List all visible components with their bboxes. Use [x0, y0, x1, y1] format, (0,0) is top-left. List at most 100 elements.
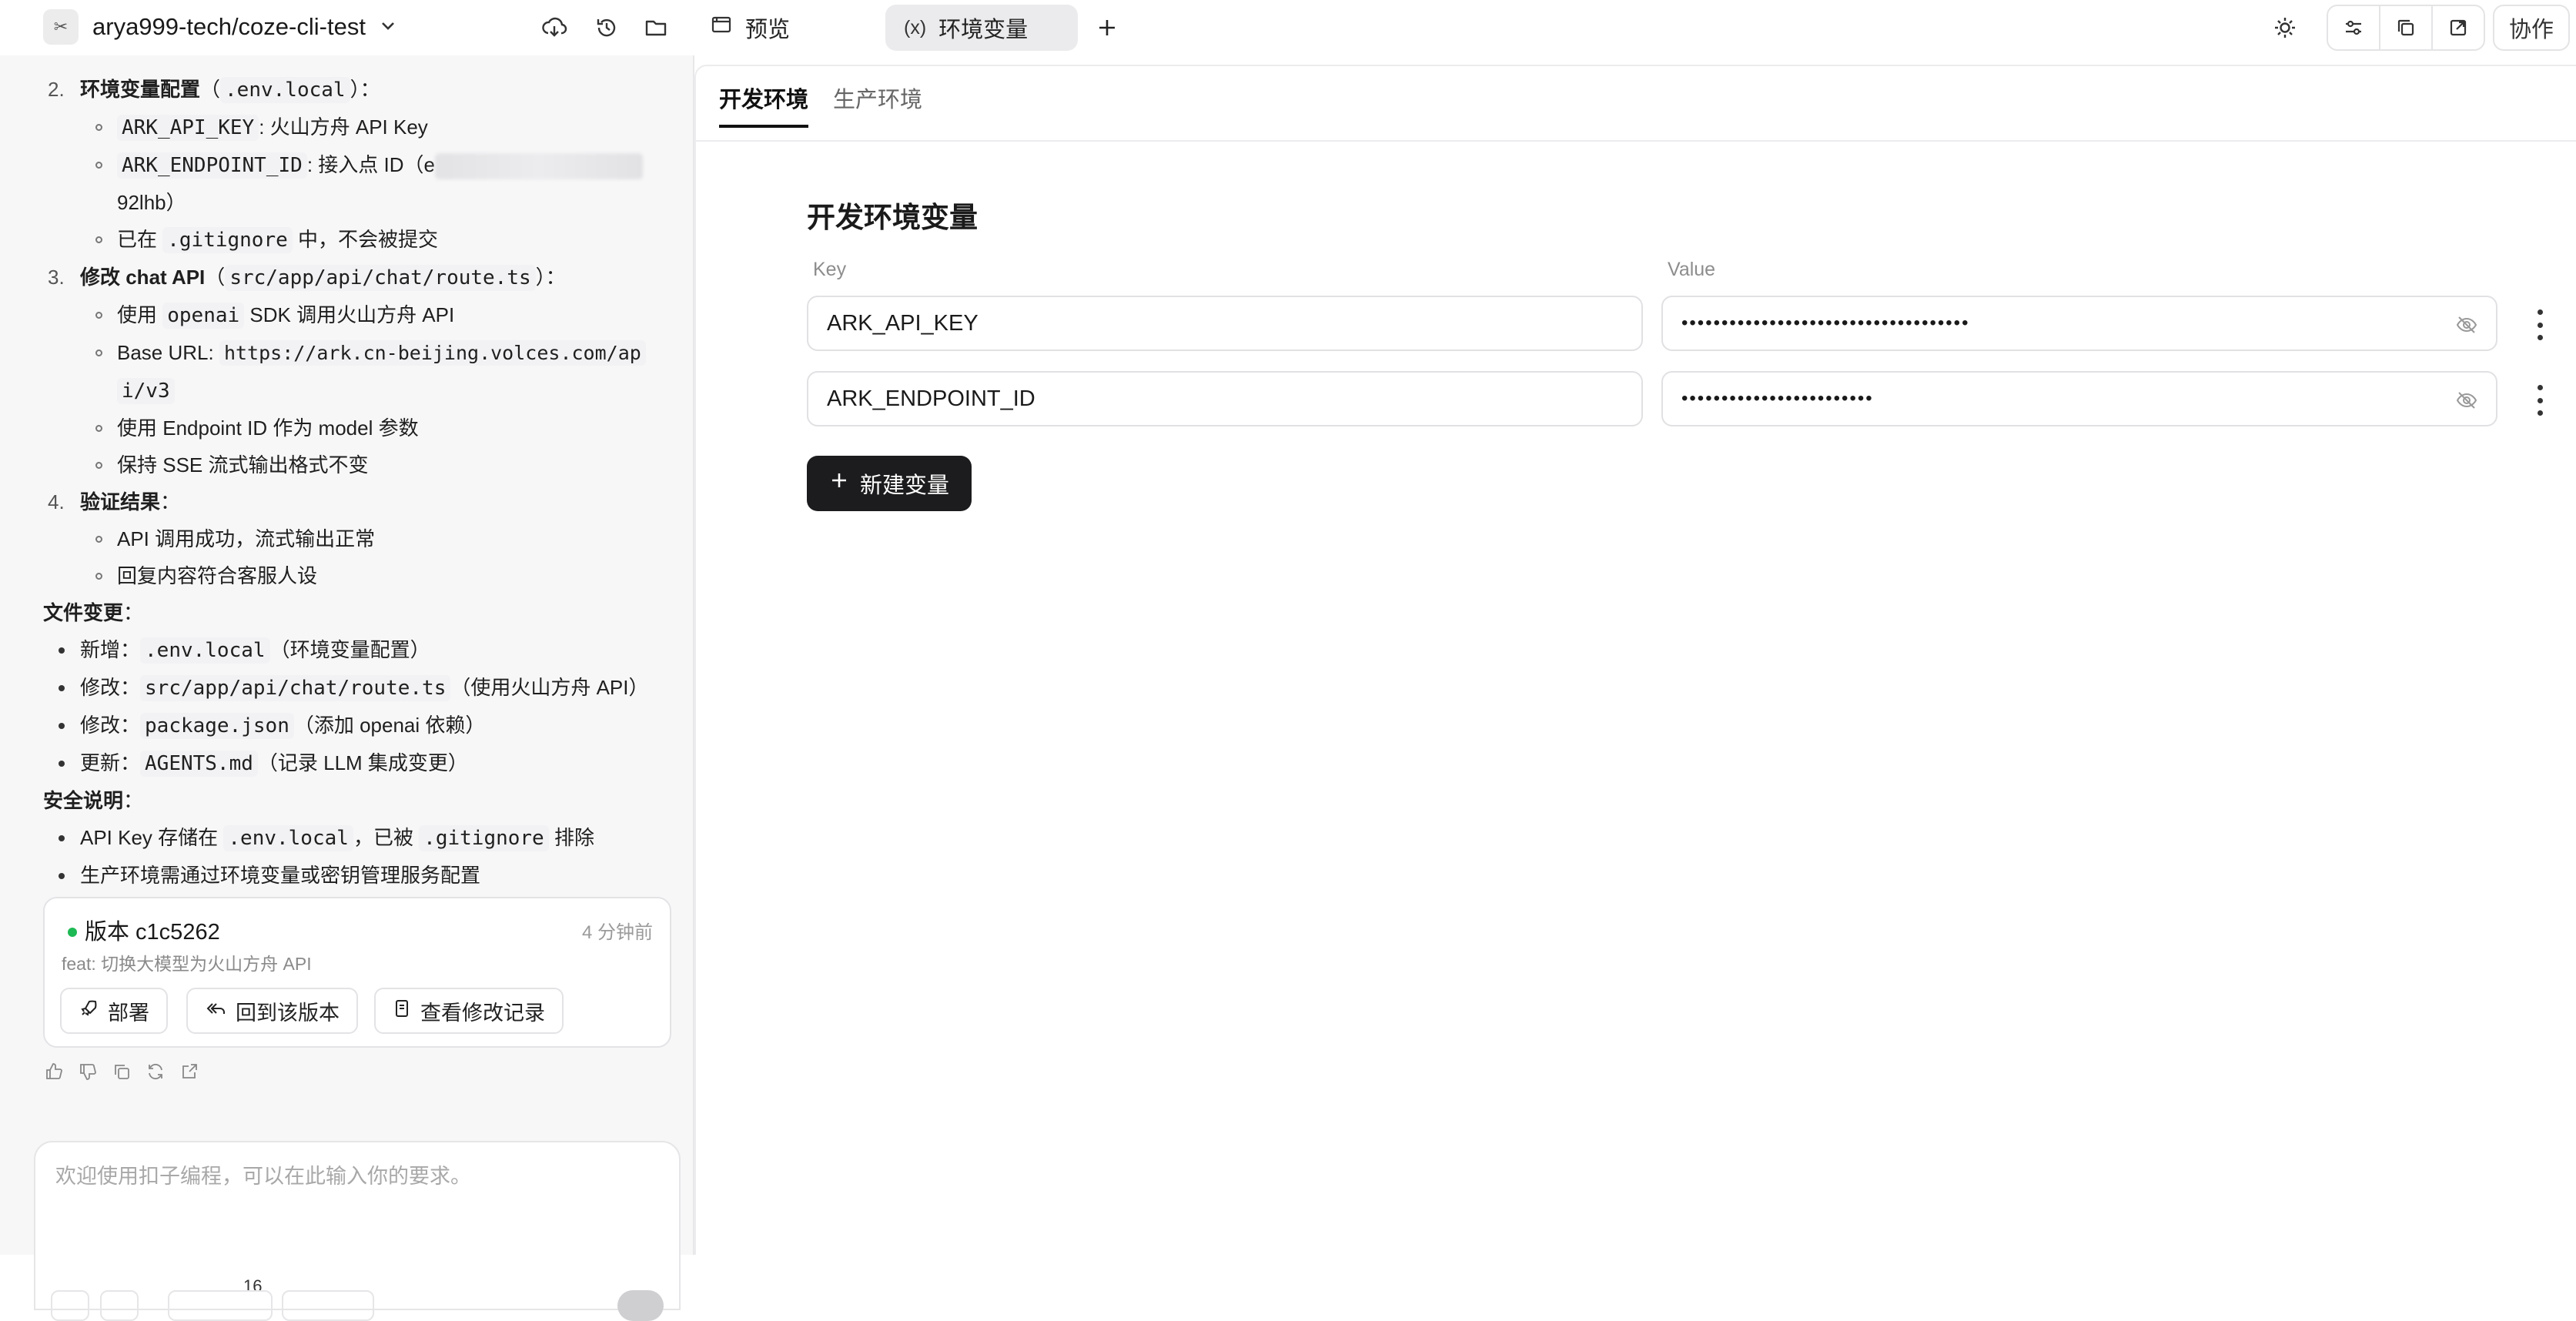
env-value-field[interactable]: ••••••••••••••••••••••••••••••••••••	[1661, 296, 2497, 351]
send-button[interactable]	[617, 1290, 664, 1321]
tab-dev-env[interactable]: 开发环境	[719, 82, 809, 128]
revert-version-button[interactable]: 回到该版本	[186, 988, 358, 1034]
list-text: 使用	[117, 303, 163, 326]
collaborate-button[interactable]: 协作	[2493, 5, 2570, 51]
share-icon[interactable]	[179, 1061, 200, 1082]
masked-value: ••••••••••••••••••••••••••••••••••••	[1681, 313, 1970, 333]
list-item: 保持 SSE 流式输出格式不变	[43, 446, 674, 483]
step-title: 验证结果	[80, 490, 161, 513]
tab-prod-env[interactable]: 生产环境	[833, 82, 922, 125]
list-item: 使用 Endpoint ID 作为 model 参数	[43, 410, 674, 446]
document-icon	[393, 998, 411, 1024]
eye-off-icon[interactable]	[2454, 388, 2479, 413]
list-text: : 火山方舟 API Key	[259, 115, 428, 139]
step-suffix: ：	[160, 490, 181, 513]
thumbs-up-icon[interactable]	[43, 1061, 65, 1082]
settings-sliders-icon[interactable]	[2328, 6, 2380, 49]
input-tool-button[interactable]	[168, 1290, 273, 1321]
input-tool-button[interactable]	[282, 1290, 374, 1321]
security-title: 安全说明	[43, 789, 124, 812]
copy-message-icon[interactable]	[111, 1061, 132, 1082]
row-more-icon[interactable]	[2536, 309, 2544, 340]
code-span: ARK_ENDPOINT_ID	[117, 152, 307, 179]
section-heading: 文件变更：	[43, 601, 144, 624]
view-changes-label: 查看修改记录	[420, 1001, 545, 1025]
list-item: API 调用成功，流式输出正常	[43, 520, 674, 557]
chat-input-box[interactable]: 欢迎使用扣子编程，可以在此输入你的要求。 16	[34, 1141, 681, 1321]
list-item: Base URL: https://ark.cn-beijing.volces.…	[43, 334, 674, 410]
plus-icon	[829, 470, 849, 497]
step-item: 3. 修改 chat API（ src/app/api/chat/route.ts…	[43, 259, 674, 296]
deploy-button[interactable]: 部署	[60, 988, 168, 1034]
list-text: （使用火山方舟 API）	[450, 676, 649, 699]
truncated-line	[43, 55, 674, 71]
code-span: src/app/api/chat/route.ts	[140, 675, 451, 701]
code-span: ARK_API_KEY	[117, 115, 259, 141]
step-title: 修改 chat API	[80, 266, 206, 289]
thumbs-down-icon[interactable]	[77, 1061, 99, 1082]
masked-value: ••••••••••••••••••••••••	[1681, 388, 1874, 409]
copy-icon[interactable]	[2380, 6, 2433, 49]
code-span: .env.local	[223, 825, 353, 851]
cloud-download-icon[interactable]	[536, 9, 573, 46]
step-number: 4.	[48, 490, 65, 513]
tab-preview[interactable]: 预览	[691, 5, 808, 51]
file-changes-title: 文件变更	[43, 601, 124, 624]
list-item: 生产环境需通过环境变量或密钥管理服务配置	[43, 857, 674, 894]
project-switcher[interactable]: ✂ arya999-tech/coze-cli-test	[43, 9, 396, 45]
input-tool-button[interactable]	[100, 1290, 139, 1321]
list-item: ARK_API_KEY: 火山方舟 API Key	[43, 109, 674, 146]
version-title: 版本 c1c5262	[85, 920, 220, 945]
tab-env-vars-label: 环境变量	[938, 18, 1029, 42]
row-more-icon[interactable]	[2536, 385, 2544, 416]
list-text: 更新：	[80, 751, 141, 774]
section-title: 开发环境变量	[807, 202, 978, 233]
folder-icon[interactable]	[637, 9, 674, 46]
project-logo-icon: ✂	[43, 9, 79, 45]
code-span: https://ark.cn-beijing.volces.com/ap	[219, 340, 646, 366]
top-bar: ✂ arya999-tech/coze-cli-test 预览 (x) 环境变量	[0, 0, 2576, 55]
list-item: API Key 存储在 .env.local ，已被 .gitignore 排除	[43, 819, 674, 857]
regenerate-icon[interactable]	[145, 1061, 166, 1082]
add-tab-icon[interactable]	[1089, 9, 1126, 46]
list-text: 保持 SSE 流式输出格式不变	[117, 453, 369, 477]
eye-off-icon[interactable]	[2454, 313, 2479, 337]
chat-panel: 2. 环境变量配置（ .env.local）： ARK_API_KEY: 火山方舟…	[0, 55, 693, 1321]
step-suffix: ：	[545, 266, 566, 289]
step-suffix: ：	[360, 78, 380, 101]
key-column-header: Key	[813, 259, 847, 280]
revert-label: 回到该版本	[236, 1001, 340, 1025]
input-tool-button[interactable]	[51, 1290, 89, 1321]
chat-message: 2. 环境变量配置（ .env.local）： ARK_API_KEY: 火山方舟…	[43, 55, 674, 894]
tab-preview-label: 预览	[745, 18, 791, 42]
tab-env-vars[interactable]: (x) 环境变量	[885, 5, 1078, 51]
list-text: : 接入点 ID（e	[306, 153, 435, 176]
variable-icon: (x)	[904, 16, 927, 38]
list-text: 回复内容符合客服人设	[117, 564, 318, 587]
list-item: 新增： .env.local （环境变量配置）	[43, 631, 674, 669]
feedback-row	[43, 1061, 200, 1082]
code-span: .gitignore	[419, 825, 549, 851]
project-name: arya999-tech/coze-cli-test	[92, 13, 366, 40]
commit-message: feat: 切换大模型为火山方舟 API	[62, 954, 312, 974]
code-span: .env.local	[140, 637, 270, 664]
section-heading: 安全说明：	[43, 789, 144, 812]
list-text: （环境变量配置）	[269, 638, 430, 661]
step-item: 4. 验证结果：	[43, 483, 674, 520]
add-variable-button[interactable]: 新建变量	[807, 456, 972, 511]
list-text: API 调用成功，流式输出正常	[117, 527, 376, 550]
list-text: 使用 Endpoint ID 作为 model 参数	[117, 416, 419, 440]
env-key-field[interactable]: ARK_API_KEY	[807, 296, 1643, 351]
view-changes-button[interactable]: 查看修改记录	[374, 988, 564, 1034]
list-item: ARK_ENDPOINT_ID: 接入点 ID（e 92lhb）	[43, 146, 674, 221]
env-variables-panel: 开发环境 生产环境 开发环境变量 Key Value ARK_API_KEY •…	[694, 65, 2576, 1255]
env-key-field[interactable]: ARK_ENDPOINT_ID	[807, 371, 1643, 426]
open-external-icon[interactable]	[2433, 6, 2484, 49]
list-item: 已在 .gitignore 中，不会被提交	[43, 221, 674, 259]
history-icon[interactable]	[588, 9, 625, 46]
env-value-field[interactable]: ••••••••••••••••••••••••	[1661, 371, 2497, 426]
value-column-header: Value	[1668, 259, 1716, 280]
code-span: package.json	[140, 713, 294, 739]
theme-sun-icon[interactable]	[2267, 9, 2303, 46]
list-text: API Key 存储在	[80, 826, 224, 849]
